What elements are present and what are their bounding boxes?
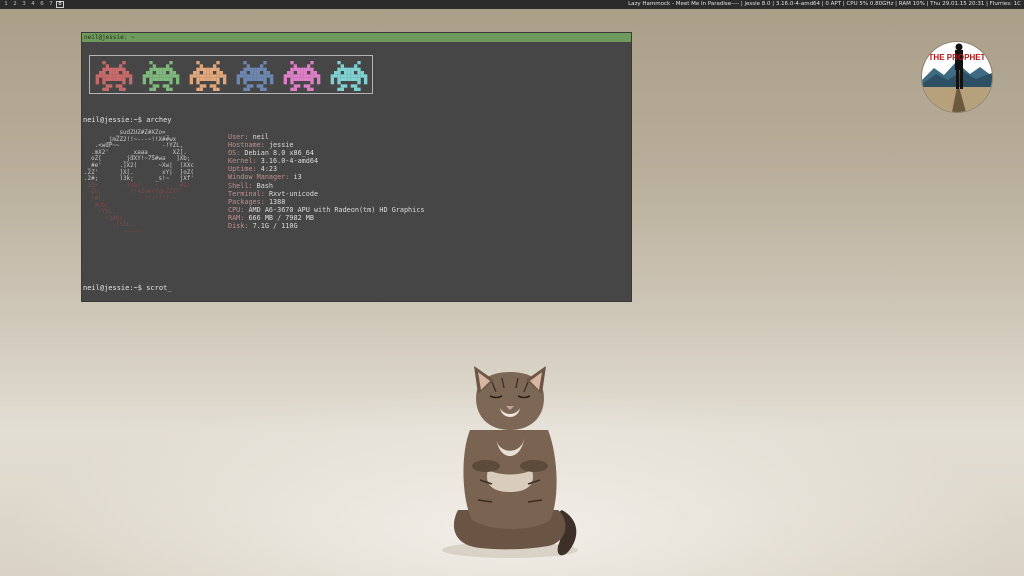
system-info-row: Kernel: 3.16.0-4-amd64 — [228, 157, 424, 165]
debian-ascii-logo: _sudZUZ#Z#XZo=_ _jmZZ2!!~---~!!X##wx .<w… — [84, 130, 194, 235]
the-prophet-logo: THE PROPHET — [922, 42, 992, 112]
info-value: Bash — [256, 181, 274, 190]
info-value: Debian 8.0 x86_64 — [244, 149, 314, 158]
info-value: 4:23 — [260, 165, 278, 174]
workspace-button-6[interactable]: 6 — [38, 1, 46, 8]
info-key: Window Manager: — [228, 173, 290, 182]
meditating-cat-image — [442, 366, 578, 558]
workspace-button-4[interactable]: 4 — [29, 1, 37, 8]
space-invader-icon — [95, 61, 133, 91]
workspace-button-3[interactable]: 3 — [20, 1, 28, 8]
system-info-row: RAM: 666 MB / 7982 MB — [228, 214, 424, 222]
system-info-row: Window Manager: i3 — [228, 173, 424, 181]
terminal-window[interactable]: neil@jessie: ~ neil@jessie:~$ archey _su… — [82, 33, 631, 301]
info-key: CPU: — [228, 205, 245, 214]
info-value: 1388 — [268, 197, 286, 206]
info-key: User: — [228, 133, 249, 141]
space-invader-icon — [236, 61, 274, 91]
info-key: Shell: — [228, 181, 253, 190]
info-key: OS: — [228, 149, 241, 158]
workspace-list: 1 2 3 4 6 7 8 — [0, 1, 64, 8]
info-key: Disk: — [228, 222, 249, 231]
terminal-body[interactable]: neil@jessie:~$ archey _sudZUZ#Z#XZo=_ _j… — [82, 42, 631, 301]
info-key: Packages: — [228, 197, 265, 206]
info-value: 3.16.0-4-amd64 — [260, 157, 319, 166]
info-key: RAM: — [228, 213, 245, 222]
logo-text: THE PROPHET — [928, 53, 986, 62]
system-info-row: CPU: AMD A6-3670 APU with Radeon(tm) HD … — [228, 206, 424, 214]
system-info-row: Terminal: Rxvt-unicode — [228, 190, 424, 198]
info-key: Hostname: — [228, 141, 265, 150]
command-prompt-scrot: neil@jessie:~$ scrot_ — [83, 284, 172, 292]
info-value: AMD A6-3670 APU with Radeon(tm) HD Graph… — [248, 205, 425, 214]
workspace-button-8-active[interactable]: 8 — [56, 1, 64, 8]
system-info-row: Uptime: 4:23 — [228, 165, 424, 173]
info-key: Kernel: — [228, 157, 257, 166]
space-invader-icon — [189, 61, 227, 91]
info-value: 7.1G / 110G — [252, 222, 298, 231]
command-prompt-archey: neil@jessie:~$ archey — [83, 116, 172, 124]
system-info-row: Disk: 7.1G / 110G — [228, 222, 424, 230]
info-value: Rxvt-unicode — [268, 189, 319, 198]
workspace-button-1[interactable]: 1 — [2, 1, 10, 8]
system-status-text: Lazy Hammock - Meet Me In Paradise---- |… — [628, 1, 1021, 7]
system-info-row: User: neil — [228, 133, 424, 141]
info-key: Uptime: — [228, 165, 257, 174]
space-invader-icon — [330, 61, 368, 91]
space-invader-icon — [142, 61, 180, 91]
color-scheme-preview — [89, 55, 373, 94]
system-info-row: OS: Debian 8.0 x86_64 — [228, 149, 424, 157]
info-value: neil — [252, 133, 269, 141]
space-invader-icon — [283, 61, 321, 91]
workspace-button-7[interactable]: 7 — [47, 1, 55, 8]
info-key: Terminal: — [228, 189, 265, 198]
terminal-title-bar[interactable]: neil@jessie: ~ — [82, 33, 631, 42]
info-value: i3 — [293, 173, 302, 182]
info-value: jessie — [268, 141, 294, 150]
top-status-bar: 1 2 3 4 6 7 8 Lazy Hammock - Meet Me In … — [0, 0, 1024, 9]
system-info-list: User: neil Hostname: jessie OS: Debian 8.0… — [228, 133, 424, 230]
system-info-row: Shell: Bash — [228, 182, 424, 190]
info-value: 666 MB / 7982 MB — [248, 213, 314, 222]
workspace-button-2[interactable]: 2 — [11, 1, 19, 8]
system-info-row: Packages: 1388 — [228, 198, 424, 206]
system-info-row: Hostname: jessie — [228, 141, 424, 149]
